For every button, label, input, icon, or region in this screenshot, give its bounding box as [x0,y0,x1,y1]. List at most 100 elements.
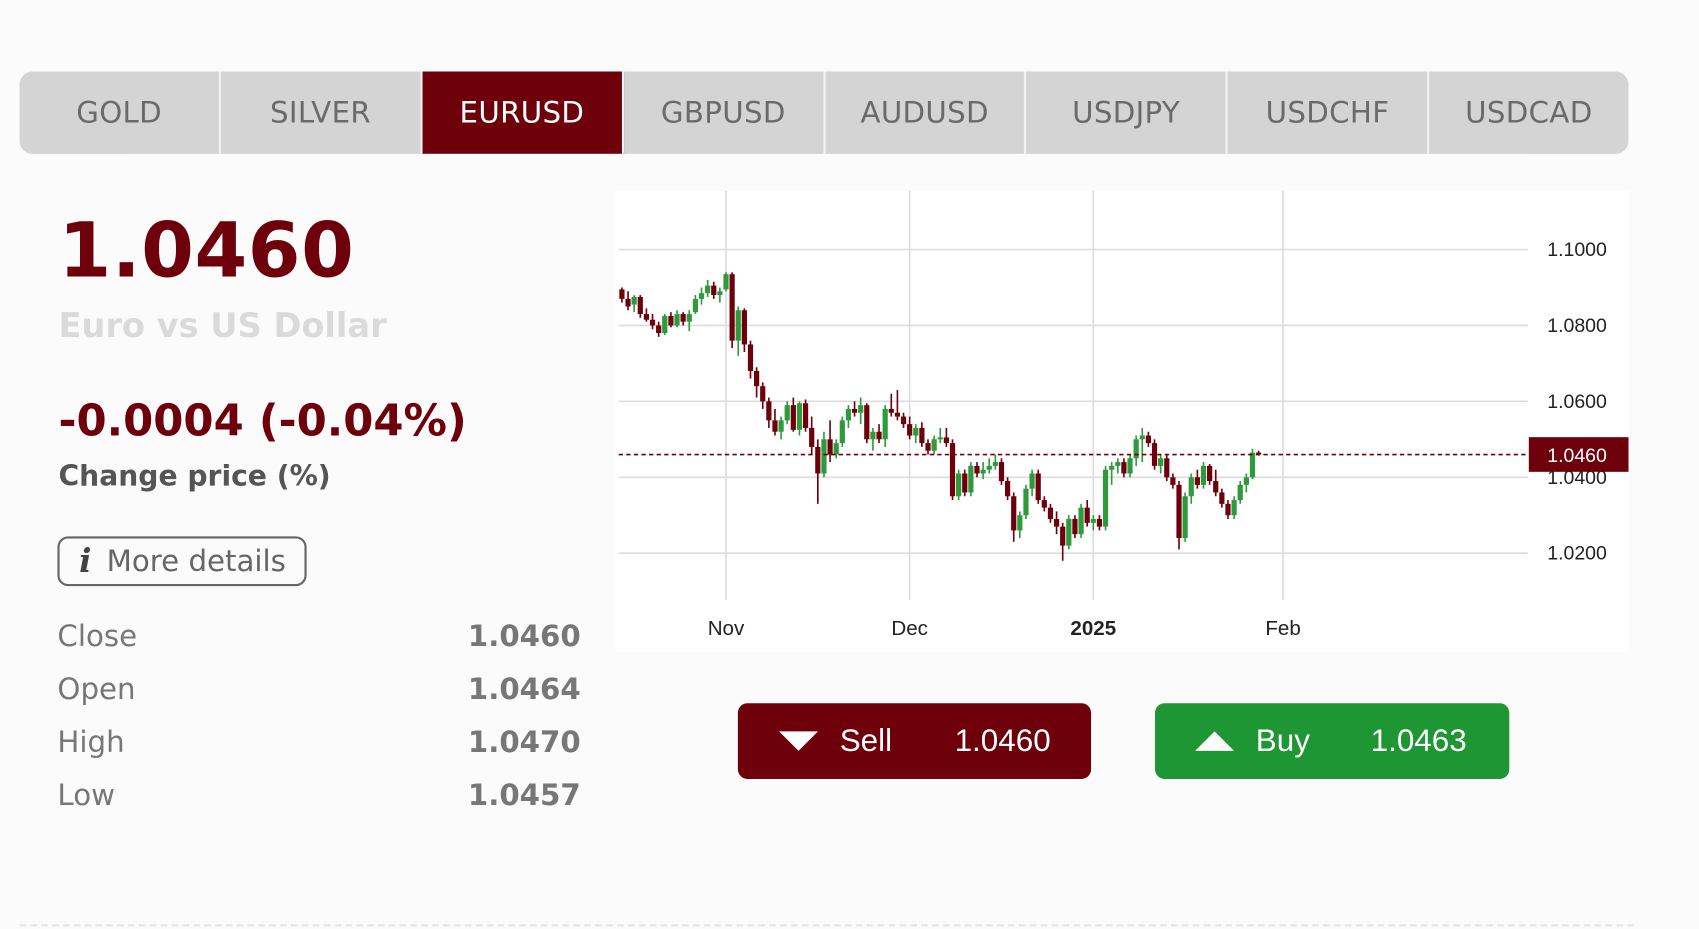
candle-body [1145,435,1152,444]
candle-body [1237,484,1243,501]
candle-body [974,465,980,474]
buy-button[interactable]: Buy 1.0463 [1155,703,1510,780]
candle-body [931,439,937,451]
candle-body [962,473,968,493]
candle-body [1243,477,1249,485]
buy-label: Buy [1255,723,1310,758]
candle-body [925,443,931,451]
candle-body [717,291,723,296]
y-tick-label: 1.1000 [1547,239,1607,261]
candle-body [1188,477,1194,497]
tab-usdchf[interactable]: USDCHF [1228,71,1430,154]
price-change: -0.0004 (-0.04%) [58,396,467,447]
candle-body [1219,492,1225,504]
candle-body [790,405,796,430]
candle-body [894,412,901,417]
candle-body [900,416,907,425]
candle-body [680,314,686,322]
stat-row-close: Close 1.0460 [57,610,580,663]
candlestick-chart: 1.10001.08001.06001.04001.02001.0460Nov D… [618,190,1629,640]
candle-body [919,427,925,444]
candle-body [741,310,747,345]
candle-body [637,296,643,315]
price-chart[interactable]: 1.1000 1.0800 1.0600 1.0400 1.0200 1.0460 Nov D… [615,190,1629,653]
candle-body [1109,465,1115,470]
x-tick-label: Dec [891,617,928,640]
stat-value: 1.0457 [467,779,581,813]
candle-body [772,420,778,432]
candle-body [705,285,711,294]
tab-silver[interactable]: SILVER [221,71,423,154]
candle-body [619,289,625,299]
sell-button[interactable]: Sell 1.0460 [737,703,1092,780]
tab-usdjpy[interactable]: USDJPY [1026,71,1228,154]
candle-body [1115,462,1121,466]
price-change-label: Change price (%) [58,460,331,493]
info-icon: i [79,542,92,581]
stat-value: 1.0460 [467,619,581,654]
candle-body [1023,488,1029,516]
buy-price: 1.0463 [1370,723,1467,758]
stat-label: Open [57,672,136,707]
candle-body [827,439,833,455]
candle-body [674,314,680,326]
candle-body [833,443,839,455]
candle-body [992,462,998,466]
tab-gold[interactable]: GOLD [20,71,221,154]
stat-label: Low [57,779,116,813]
tab-usdcad[interactable]: USDCAD [1429,72,1628,154]
candle-body [1035,473,1041,501]
more-details-button[interactable]: i More details [57,536,307,587]
stat-value: 1.0470 [467,725,581,760]
candle-body [956,473,962,497]
candle-body [729,274,735,341]
candle-body [1084,507,1090,523]
candle-body [692,298,698,313]
candle-body [802,403,809,428]
candle-body [876,431,882,440]
candle-body [754,370,760,387]
candle-body [851,408,858,413]
sell-label: Sell [839,723,893,758]
candle-body [1017,515,1023,531]
candle-body [980,469,986,474]
divider [19,924,1634,927]
tab-eurusd[interactable]: EURUSD [422,71,624,154]
candle-body [662,315,668,334]
candle-body [1182,496,1188,539]
candle-body [735,310,741,341]
candle-body [1041,500,1047,508]
tab-gbpusd[interactable]: GBPUSD [624,71,826,154]
candle-body [1029,473,1035,489]
candle-body [747,344,754,371]
candle-body [1194,477,1200,485]
candle-body [1176,484,1182,539]
candle-body [839,420,845,444]
candle-body [907,424,913,436]
candle-body [711,285,717,296]
candle-body [1078,507,1084,535]
candle-body [643,314,650,320]
candle-body [809,427,815,447]
candle-body [913,427,919,436]
candle-body [625,298,631,307]
candle-body [686,314,692,322]
candle-body [1066,519,1072,546]
y-tick-label: 1.0200 [1547,543,1607,565]
candle-body [1139,435,1145,440]
candle-body [698,293,705,299]
candle-body [723,274,729,290]
candle-body [949,443,956,497]
x-tick-label: 2025 [1070,617,1116,640]
stat-row-open: Open 1.0464 [57,663,580,716]
candle-body [784,405,790,421]
candle-body [1121,462,1127,474]
stat-label: Close [57,619,138,654]
tab-audusd[interactable]: AUDUSD [825,71,1027,154]
more-details-label: More details [106,544,286,579]
candle-body [1225,503,1231,516]
candle-body [1133,439,1139,459]
candle-body [1213,481,1219,493]
triangle-down-icon [779,731,819,751]
candle-body [870,431,876,440]
